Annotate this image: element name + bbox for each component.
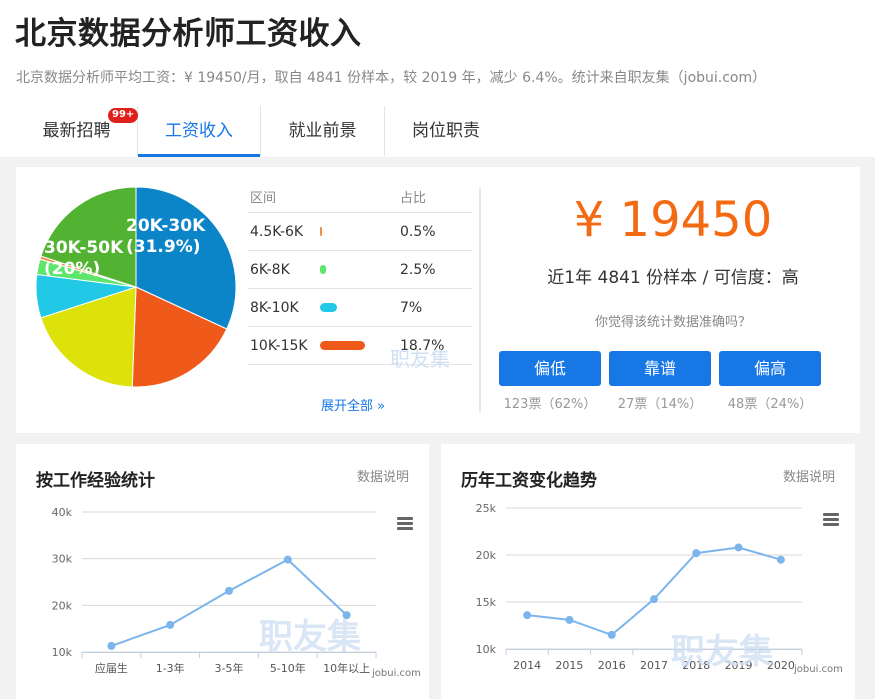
data-point (107, 641, 116, 650)
row-range: 4.5K-6K (250, 224, 304, 240)
table-row: 4.5K-6K 0.5% (248, 213, 472, 251)
data-point (650, 595, 658, 604)
row-share: 7% (400, 300, 423, 316)
data-point (225, 586, 233, 595)
data-point (283, 555, 292, 564)
x-tick-label: 应届生 (95, 661, 128, 675)
pie-label-pct: (31.9%) (126, 237, 201, 257)
data-point (607, 630, 616, 639)
tab-latest-jobs[interactable]: 最新招聘 99+ (16, 106, 139, 156)
distribution-table: 区间 占比 4.5K-6K 0.5% 6K-8K 2.5% 8K-10K 7% … (248, 185, 472, 365)
data-point (166, 620, 175, 629)
page-title: 北京数据分析师工资收入 (15, 16, 362, 52)
x-tick-label: 10年以上 (323, 661, 370, 675)
expand-all-link[interactable]: 展开全部 » (321, 395, 385, 414)
share-bar (320, 341, 365, 350)
table-row: 8K-10K 7% (248, 289, 472, 327)
data-point (342, 611, 351, 620)
row-share: 18.7% (400, 338, 445, 354)
row-range: 6K-8K (250, 262, 290, 278)
pie-label-20k-30k: 20K-30K (31.9%) (126, 216, 205, 258)
share-bar (320, 265, 326, 274)
pie-label-pct: (20%) (44, 259, 101, 279)
accuracy-question: 你觉得该统计数据准确吗？ (594, 315, 751, 330)
y-tick-label: 20k (52, 599, 73, 612)
x-tick-label: 5-10年 (270, 661, 306, 675)
pie-label-range: 20K-30K (126, 216, 206, 236)
tab-label: 就业前景 (288, 121, 357, 141)
row-share: 0.5% (400, 224, 436, 240)
data-point (692, 549, 701, 558)
tab-duties[interactable]: 岗位职责 (385, 106, 507, 156)
vote-low-button[interactable]: 偏低 (499, 351, 601, 386)
share-bar (320, 227, 322, 236)
data-point (523, 611, 532, 620)
chart-credit: jobui.com (794, 664, 843, 675)
chart-credit: jobui.com (372, 668, 421, 679)
y-tick-label: 10k (52, 646, 73, 659)
experience-chart-panel: 按工作经验统计 数据说明 10k 20k 30k 40k 应届生 1-3年 3-5年 5-10… (16, 444, 429, 699)
tab-label: 最新招聘 (42, 121, 111, 141)
share-bar (320, 303, 337, 312)
vote-low-count: 123票（62%） (503, 397, 597, 412)
salary-pie-chart: 20K-30K (31.9%) 30K-50K (20%) (35, 186, 237, 388)
header-share: 占比 (400, 191, 427, 206)
x-tick-label: 2019 (725, 659, 753, 672)
trend-line-chart: 10k 15k 20k 25k 2014 2015 2016 2017 2018 2019 2020 (476, 502, 803, 672)
table-row: 10K-15K 18.7% (248, 327, 472, 365)
row-share: 2.5% (400, 262, 436, 278)
y-tick-label: 30k (52, 553, 73, 566)
data-point (565, 615, 574, 624)
x-tick-label: 2017 (640, 659, 668, 672)
trend-chart-panel: 历年工资变化趋势 数据说明 10k 15k 20k 25k 2014 2015 2016 20… (441, 444, 855, 699)
tab-bar: 最新招聘 99+ 工资收入 就业前景 岗位职责 (16, 106, 507, 157)
tab-salary[interactable]: 工资收入 (138, 106, 261, 157)
tab-prospects[interactable]: 就业前景 (261, 106, 385, 156)
vote-accurate-count: 27票（14%） (617, 397, 703, 412)
y-tick-label: 20k (476, 549, 497, 562)
header-range: 区间 (250, 191, 277, 206)
x-tick-label: 2014 (513, 659, 541, 672)
row-range: 8K-10K (250, 300, 299, 316)
tab-label: 工资收入 (165, 121, 233, 141)
y-tick-label: 40k (52, 506, 73, 519)
x-tick-label: 1-3年 (156, 661, 185, 675)
data-point (734, 543, 743, 552)
sample-confidence: 近1年 4841 份样本 / 可信度：高 (547, 268, 799, 288)
x-tick-label: 3-5年 (215, 661, 244, 675)
series-line (111, 558, 348, 647)
row-range: 10K-15K (250, 338, 308, 354)
y-tick-label: 10k (476, 643, 497, 656)
vote-accurate-button[interactable]: 靠谱 (609, 351, 711, 386)
table-row: 6K-8K 2.5% (248, 251, 472, 289)
pie-label-range: 30K-50K (44, 238, 124, 258)
header: 北京数据分析师工资收入 北京数据分析师平均工资：¥ 19450/月，取自 484… (0, 0, 875, 157)
page-subtitle: 北京数据分析师平均工资：¥ 19450/月，取自 4841 份样本，较 2019… (16, 70, 767, 86)
tab-label: 岗位职责 (412, 121, 480, 141)
pie-label-30k-50k: 30K-50K (20%) (44, 238, 123, 280)
x-tick-label: 2020 (767, 659, 795, 672)
y-tick-label: 25k (476, 502, 497, 515)
table-header: 区间 占比 (248, 185, 472, 213)
salary-distribution-panel: 20K-30K (31.9%) 30K-50K (20%) 区间 占比 4.5K… (16, 167, 860, 433)
experience-line-chart: 10k 20k 30k 40k 应届生 1-3年 3-5年 5-10年 10年以上 (52, 506, 377, 675)
data-point (776, 555, 785, 564)
x-tick-label: 2015 (555, 659, 583, 672)
new-count-badge: 99+ (108, 108, 139, 123)
series-line (527, 546, 782, 637)
x-tick-label: 2016 (598, 659, 626, 672)
divider (479, 187, 481, 413)
average-salary: ¥ 19450 (573, 192, 773, 248)
x-tick-label: 2018 (682, 659, 710, 672)
y-tick-label: 15k (476, 596, 497, 609)
vote-high-button[interactable]: 偏高 (719, 351, 821, 386)
vote-high-count: 48票（24%） (727, 397, 813, 412)
